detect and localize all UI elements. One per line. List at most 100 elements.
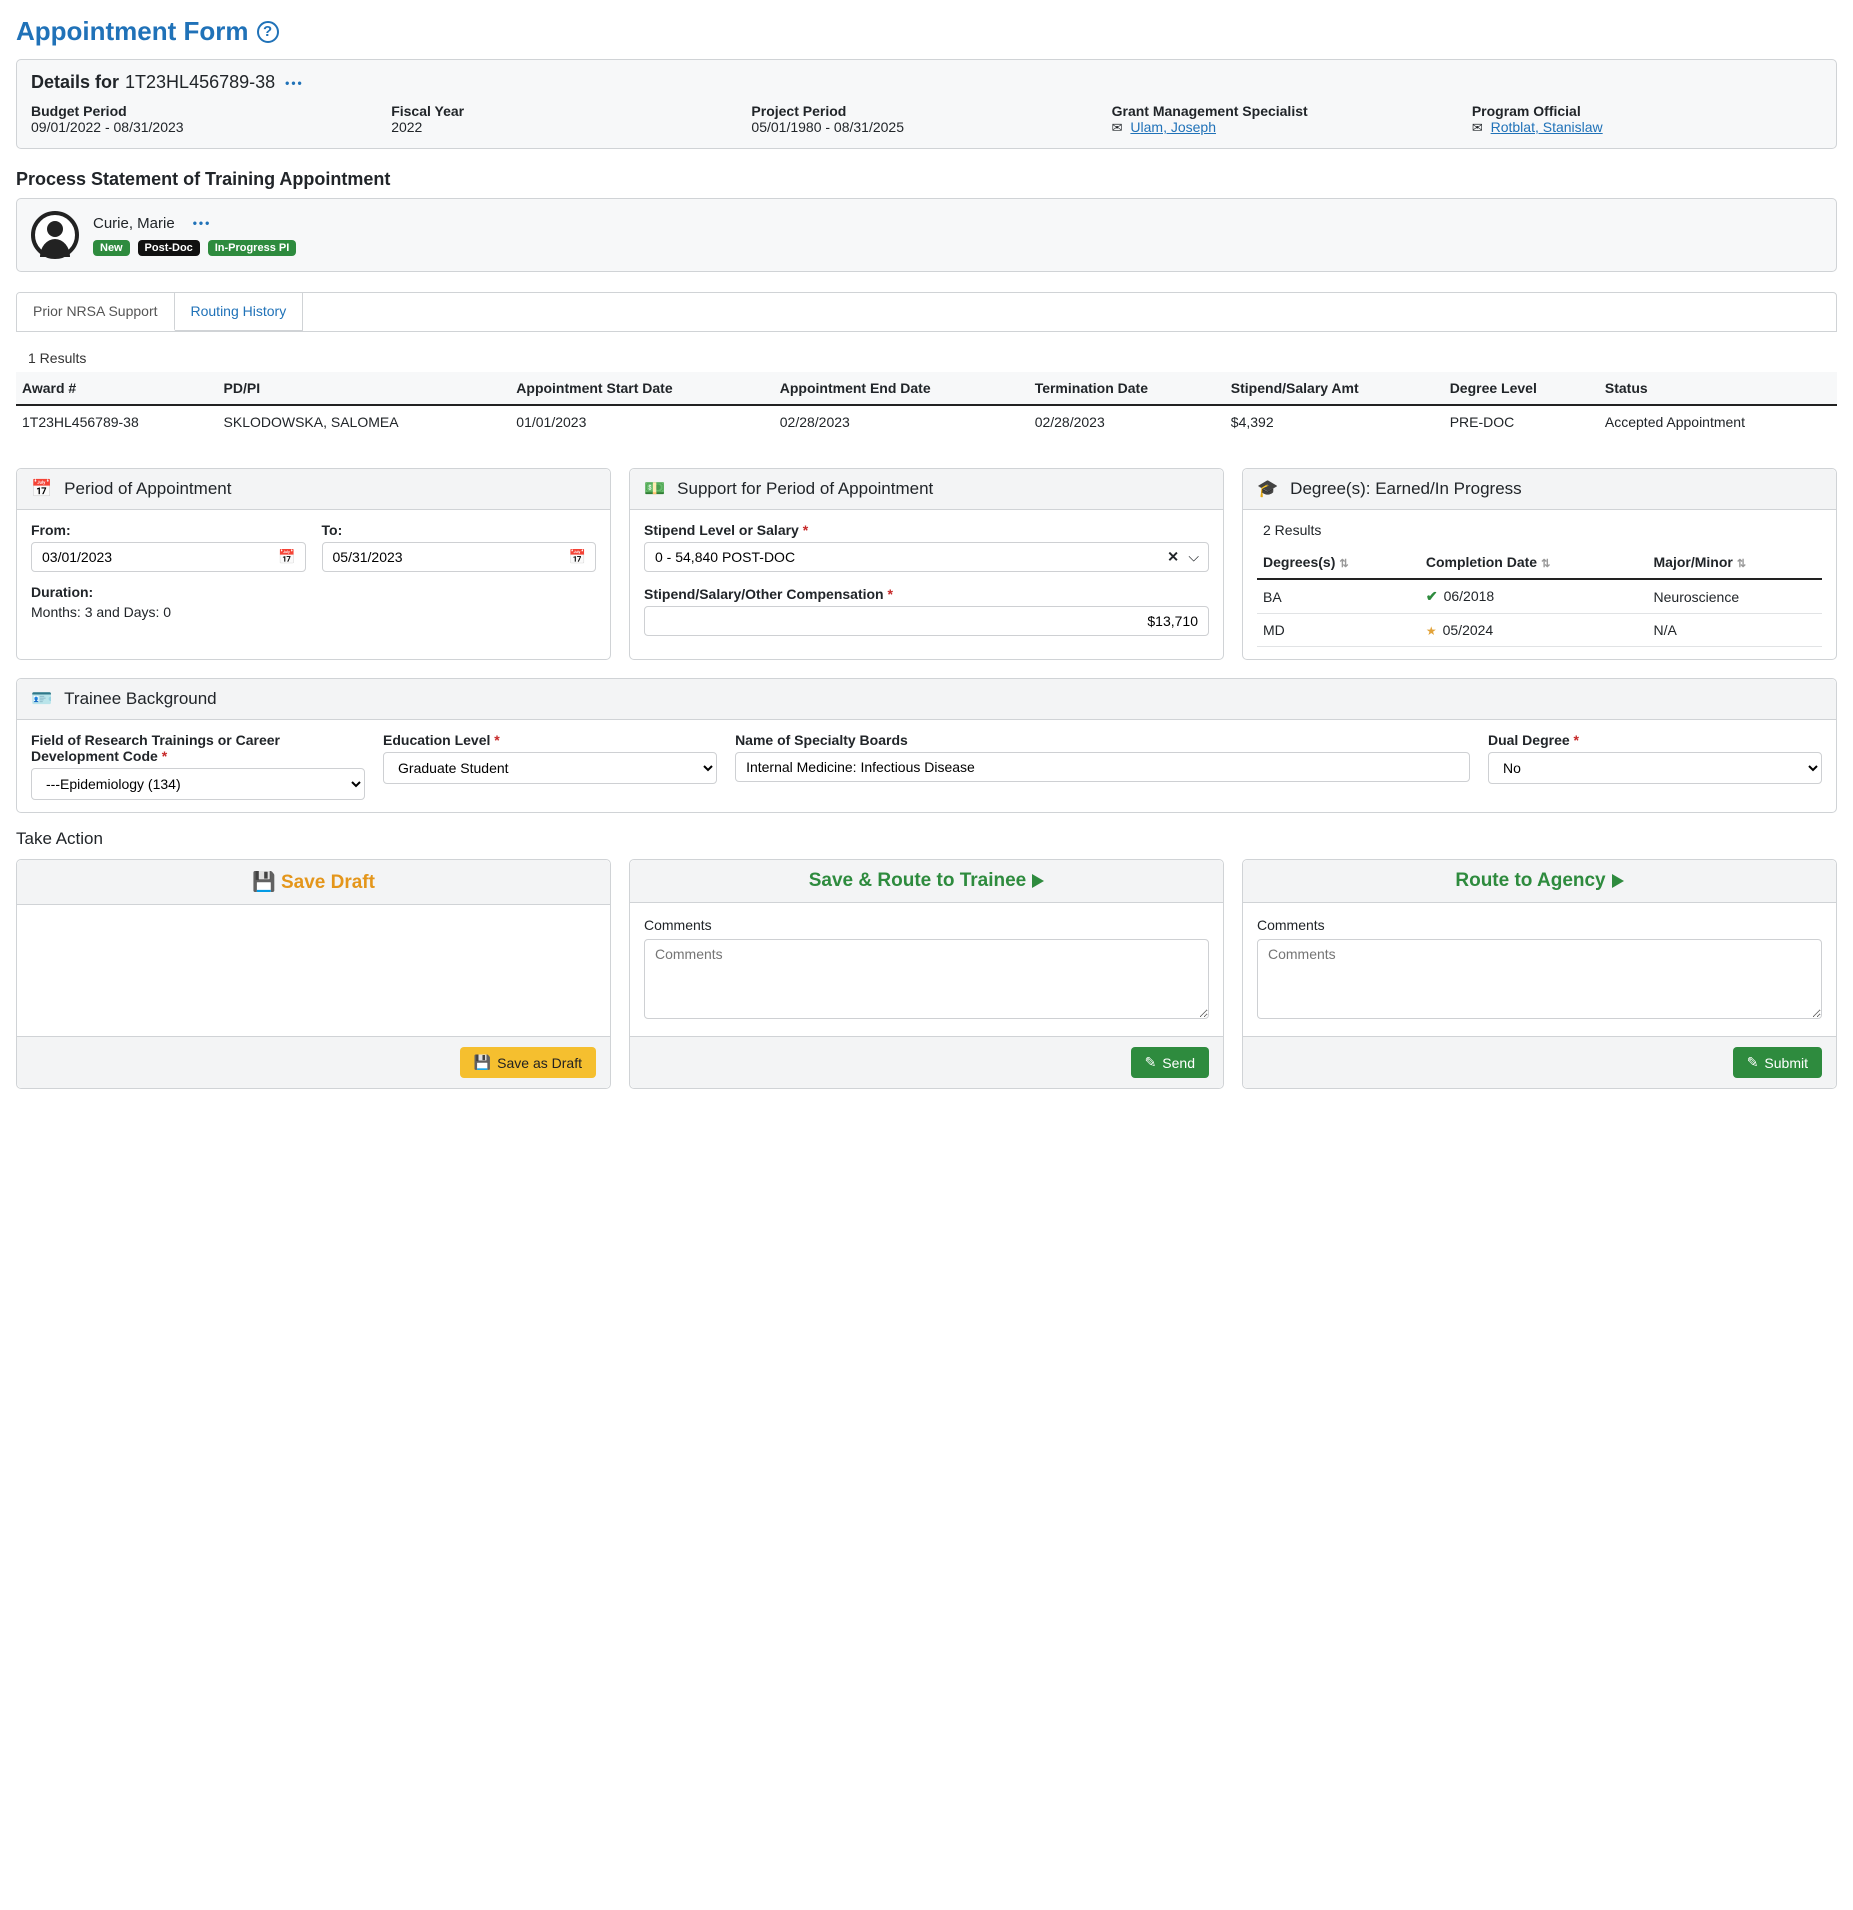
period-panel: 📅 Period of Appointment From: 📅 To: 📅 [16, 468, 611, 660]
submit-button[interactable]: ✎ Submit [1733, 1047, 1822, 1078]
sort-icon: ⇅ [1541, 558, 1550, 570]
degrees-table: Degrees(s)⇅ Completion Date⇅ Major/Minor… [1257, 546, 1822, 647]
prior-support-table: Award #PD/PIAppointment Start DateAppoin… [16, 372, 1837, 438]
support-panel: 💵 Support for Period of Appointment Stip… [629, 468, 1224, 660]
table-row: 1T23HL456789-38SKLODOWSKA, SALOMEA01/01/… [16, 405, 1837, 438]
save-draft-panel: 💾 Save Draft 💾 Save as Draft [16, 859, 611, 1089]
completion-cell: 06/2018 [1420, 579, 1648, 614]
grant-actions-menu[interactable]: ••• [281, 76, 308, 90]
save-as-draft-button[interactable]: 💾 Save as Draft [460, 1047, 596, 1078]
take-action-heading: Take Action [16, 829, 1837, 849]
stipend-level-select[interactable] [644, 542, 1209, 572]
comments-label: Comments [1257, 917, 1822, 933]
boards-label: Name of Specialty Boards [735, 732, 1470, 748]
badge-new: New [93, 240, 130, 256]
table-header: Award # [16, 372, 218, 405]
duration-value: Months: 3 and Days: 0 [31, 604, 596, 620]
save-icon: 💾 [474, 1054, 491, 1071]
page-title: Appointment Form ? [16, 16, 1837, 47]
dual-degree-select[interactable]: No [1488, 752, 1822, 784]
po-label: Program Official [1472, 103, 1822, 119]
education-level-label: Education Level * [383, 732, 717, 748]
stipend-level-label: Stipend Level or Salary * [644, 522, 1209, 538]
from-label: From: [31, 522, 306, 538]
trainee-name: Curie, Marie [93, 215, 175, 232]
table-cell: PRE-DOC [1444, 405, 1599, 438]
table-header: Appointment End Date [774, 372, 1029, 405]
graduation-cap-icon: 🎓 [1257, 479, 1278, 499]
avatar [31, 211, 79, 259]
col-major[interactable]: Major/Minor⇅ [1648, 546, 1822, 579]
trainee-card: Curie, Marie ••• New Post-Doc In-Progres… [16, 198, 1837, 272]
details-for-label: Details for [31, 72, 119, 93]
trainee-background-panel: 🪪 Trainee Background Field of Research T… [16, 678, 1837, 813]
fiscal-year-value: 2022 [391, 119, 741, 135]
support-title: Support for Period of Appointment [677, 479, 933, 499]
trainee-actions-menu[interactable]: ••• [189, 216, 216, 230]
table-cell: 01/01/2023 [510, 405, 773, 438]
grant-details-card: Details for 1T23HL456789-38 ••• Budget P… [16, 59, 1837, 149]
send-icon: ✎ [1145, 1054, 1157, 1071]
grant-details-header: Details for 1T23HL456789-38 ••• [31, 72, 1822, 93]
table-header: Termination Date [1029, 372, 1225, 405]
from-date-input[interactable] [31, 542, 306, 572]
appointment-heading: Process Statement of Training Appointmen… [16, 169, 1837, 190]
prior-results-count: 1 Results [28, 350, 1837, 366]
clear-icon[interactable]: ✕ [1167, 549, 1179, 566]
project-period-label: Project Period [751, 103, 1101, 119]
degree-cell: MD [1257, 614, 1420, 647]
to-label: To: [322, 522, 597, 538]
tabs: Prior NRSA Support Routing History [16, 292, 1837, 332]
send-button[interactable]: ✎ Send [1131, 1047, 1209, 1078]
col-degree[interactable]: Degrees(s)⇅ [1257, 546, 1420, 579]
compensation-input[interactable] [644, 606, 1209, 636]
trainee-comments-input[interactable] [644, 939, 1209, 1019]
route-agency-panel: Route to Agency Comments ✎ Submit [1242, 859, 1837, 1089]
specialty-boards-input[interactable] [735, 752, 1470, 782]
gms-link[interactable]: Ulam, Joseph [1130, 119, 1216, 135]
table-header: Appointment Start Date [510, 372, 773, 405]
po-link[interactable]: Rotblat, Stanislaw [1491, 119, 1603, 135]
project-period-value: 05/01/1980 - 08/31/2025 [751, 119, 1101, 135]
dual-degree-label: Dual Degree * [1488, 732, 1822, 748]
sort-icon: ⇅ [1737, 558, 1746, 570]
duration-label: Duration: [31, 584, 596, 600]
comments-label: Comments [644, 917, 1209, 933]
gms-label: Grant Management Specialist [1112, 103, 1462, 119]
tab-prior-nrsa[interactable]: Prior NRSA Support [17, 293, 175, 331]
badge-inprogress: In-Progress PI [208, 240, 297, 256]
help-icon[interactable]: ? [257, 21, 279, 43]
trainee-badges: New Post-Doc In-Progress PI [93, 238, 300, 256]
table-header: Status [1599, 372, 1837, 405]
table-header: Degree Level [1444, 372, 1599, 405]
agency-comments-input[interactable] [1257, 939, 1822, 1019]
table-header: PD/PI [218, 372, 511, 405]
to-date-input[interactable] [322, 542, 597, 572]
table-header: Stipend/Salary Amt [1225, 372, 1444, 405]
route-trainee-title: Save & Route to Trainee [630, 860, 1223, 903]
save-draft-title: 💾 Save Draft [17, 860, 610, 905]
period-title: Period of Appointment [64, 479, 231, 499]
major-cell: Neuroscience [1648, 579, 1822, 614]
col-completion[interactable]: Completion Date⇅ [1420, 546, 1648, 579]
major-cell: N/A [1648, 614, 1822, 647]
table-cell: Accepted Appointment [1599, 405, 1837, 438]
table-cell: SKLODOWSKA, SALOMEA [218, 405, 511, 438]
fiscal-year-label: Fiscal Year [391, 103, 741, 119]
degrees-count: 2 Results [1263, 522, 1822, 538]
tab-routing-history[interactable]: Routing History [175, 293, 304, 331]
table-row: MD05/2024N/A [1257, 614, 1822, 647]
comp-label: Stipend/Salary/Other Compensation * [644, 586, 1209, 602]
mail-icon: ✉ [1472, 120, 1483, 135]
page-title-text: Appointment Form [16, 16, 249, 47]
completion-cell: 05/2024 [1420, 614, 1648, 647]
background-title: Trainee Background [64, 689, 216, 709]
education-level-select[interactable]: Graduate Student [383, 752, 717, 784]
grant-id: 1T23HL456789-38 [125, 72, 275, 93]
degrees-panel: 🎓 Degree(s): Earned/In Progress 2 Result… [1242, 468, 1837, 660]
submit-icon: ✎ [1747, 1054, 1759, 1071]
table-cell: 02/28/2023 [1029, 405, 1225, 438]
budget-period-value: 09/01/2022 - 08/31/2023 [31, 119, 381, 135]
field-code-select[interactable]: ---Epidemiology (134) [31, 768, 365, 800]
mail-icon: ✉ [1112, 120, 1123, 135]
